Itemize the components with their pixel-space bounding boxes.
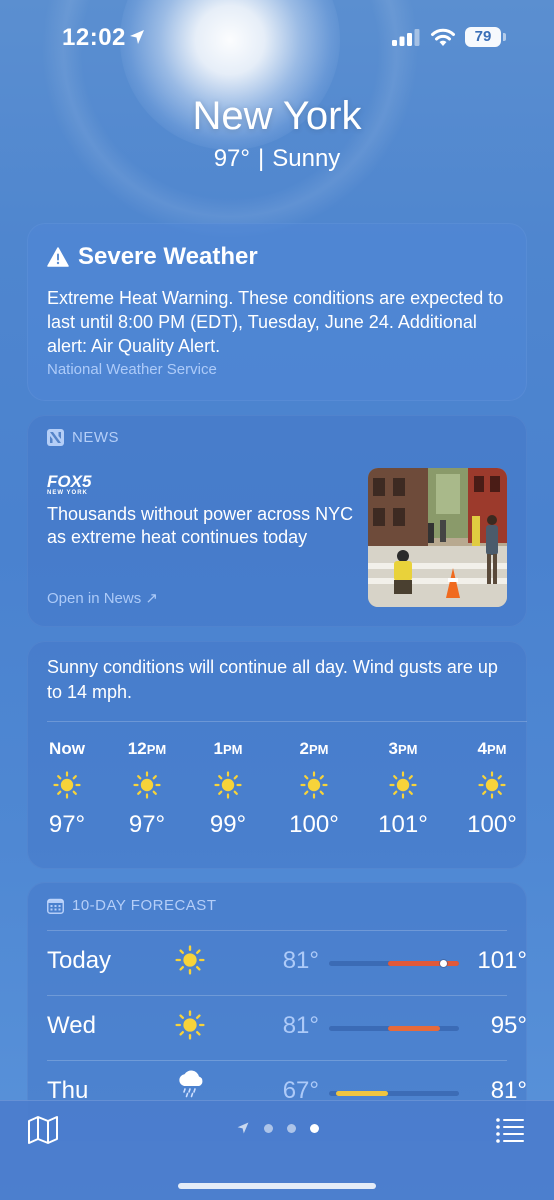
page-dot-active[interactable] — [310, 1123, 319, 1133]
news-thumbnail-image — [368, 468, 507, 607]
hour-label: Now — [32, 739, 102, 763]
page-dot[interactable] — [264, 1123, 273, 1133]
current-temperature-dot — [439, 960, 447, 967]
list-icon[interactable] — [495, 1117, 525, 1143]
news-card[interactable]: NEWS FOX5 NEW YORK Thousands without pow… — [27, 415, 527, 627]
hour-label-text: 3 — [388, 739, 398, 758]
forecast-day: Wed — [47, 1012, 96, 1039]
temperature-range-fill — [387, 961, 459, 966]
hour-temperature: 97° — [48, 811, 86, 838]
condition-separator: | — [258, 145, 265, 172]
news-icon — [47, 429, 64, 446]
hourly-divider — [47, 721, 527, 722]
current-condition: Sunny — [272, 145, 341, 172]
warning-icon — [47, 247, 69, 267]
hour-temperature: 100° — [467, 811, 517, 838]
forecast-low: 81° — [282, 1012, 319, 1039]
news-section-label: NEWS — [47, 429, 119, 446]
severe-weather-source[interactable]: National Weather Service — [47, 361, 217, 378]
hour-label: 1PM — [193, 739, 263, 763]
sun-icon — [368, 765, 438, 805]
hour-column: 2PM 100° — [279, 739, 349, 839]
hour-label-suffix: PM — [308, 742, 329, 757]
hour-label-suffix: PM — [397, 742, 418, 757]
battery-nub — [503, 33, 506, 41]
city-name: New York — [192, 94, 362, 138]
temperature-range-bar — [329, 1091, 459, 1096]
status-bar: 12:02 79 — [0, 0, 554, 76]
forecast-row[interactable]: Wed 81° 95° — [47, 995, 527, 1059]
map-icon[interactable] — [27, 1115, 59, 1145]
wifi-icon — [431, 28, 455, 46]
hour-label-suffix: PM — [222, 742, 243, 757]
hour-temperature: 101° — [378, 811, 428, 838]
hour-label-text: 4 — [477, 739, 487, 758]
publisher-logo-subtext: NEW YORK — [47, 490, 88, 496]
severe-weather-body: Extreme Heat Warning. These conditions a… — [47, 288, 504, 356]
news-label-text: NEWS — [72, 429, 119, 446]
cellular-signal-icon — [392, 29, 420, 46]
hour-label: 12PM — [112, 739, 182, 763]
hour-column: 3PM 101° — [368, 739, 438, 839]
temperature-range-bar — [329, 1026, 459, 1031]
forecast-low: 81° — [282, 947, 319, 974]
temperature-range-fill — [335, 1091, 388, 1096]
current-temperature: 97° — [213, 145, 250, 172]
hour-column: 4PM 100° — [457, 739, 527, 839]
publisher-logo: FOX5 NEW YORK — [47, 473, 91, 497]
forecast-section-label: 10-DAY FORECAST — [47, 897, 216, 914]
open-in-news-link[interactable]: Open in News ↗ — [47, 589, 158, 607]
forecast-high: 95° — [490, 1012, 527, 1039]
sun-icon — [279, 765, 349, 805]
hourly-forecast-card[interactable]: Sunny conditions will continue all day. … — [27, 641, 527, 869]
sun-icon — [457, 765, 527, 805]
location-arrow-icon — [237, 1122, 249, 1134]
status-time: 12:02 — [62, 24, 126, 51]
hour-temperature: 97° — [128, 811, 166, 838]
news-headline[interactable]: Thousands without power across NYC as ex… — [47, 503, 357, 549]
hour-label-text: Now — [49, 739, 85, 758]
sun-icon — [193, 765, 263, 805]
sun-icon — [32, 765, 102, 805]
hour-label-text: 12 — [127, 739, 147, 758]
location-arrow-icon — [130, 30, 144, 44]
page-indicator[interactable] — [236, 1121, 319, 1135]
rain-cloud-icon — [179, 1070, 203, 1098]
news-thumbnail[interactable] — [368, 468, 507, 607]
hour-column: 1PM 99° — [193, 739, 263, 839]
hourly-summary: Sunny conditions will continue all day. … — [47, 657, 498, 702]
hour-label-suffix: PM — [486, 742, 507, 757]
hour-temperature: 100° — [289, 811, 339, 838]
sun-icon — [175, 945, 205, 975]
hour-label: 2PM — [279, 739, 349, 763]
hour-label: 3PM — [368, 739, 438, 763]
sun-icon — [112, 765, 182, 805]
hour-label: 4PM — [457, 739, 527, 763]
battery-indicator: 79 — [465, 27, 501, 47]
forecast-day: Today — [47, 947, 112, 974]
hour-column: Now 97° — [32, 739, 102, 839]
hour-label-text: 2 — [299, 739, 309, 758]
temperature-range-bar — [329, 960, 459, 967]
severe-weather-title: Severe Weather — [78, 243, 258, 270]
page-dot[interactable] — [287, 1123, 296, 1133]
temperature-range-fill — [387, 1026, 440, 1031]
hour-temperature: 99° — [209, 811, 247, 838]
home-indicator[interactable] — [178, 1183, 376, 1189]
calendar-icon — [47, 898, 64, 914]
hour-column: 12PM 97° — [112, 739, 182, 839]
forecast-label-text: 10-DAY FORECAST — [72, 897, 217, 914]
forecast-high: 101° — [477, 947, 527, 974]
current-conditions: 97° | Sunny — [0, 145, 554, 173]
severe-weather-header: Severe Weather — [47, 243, 258, 271]
hour-label-suffix: PM — [146, 742, 167, 757]
hour-label-text: 1 — [213, 739, 223, 758]
forecast-row[interactable]: Today 81° 101° — [47, 930, 527, 994]
sun-icon — [175, 1010, 205, 1040]
severe-weather-card[interactable]: Severe Weather Extreme Heat Warning. The… — [27, 223, 527, 401]
